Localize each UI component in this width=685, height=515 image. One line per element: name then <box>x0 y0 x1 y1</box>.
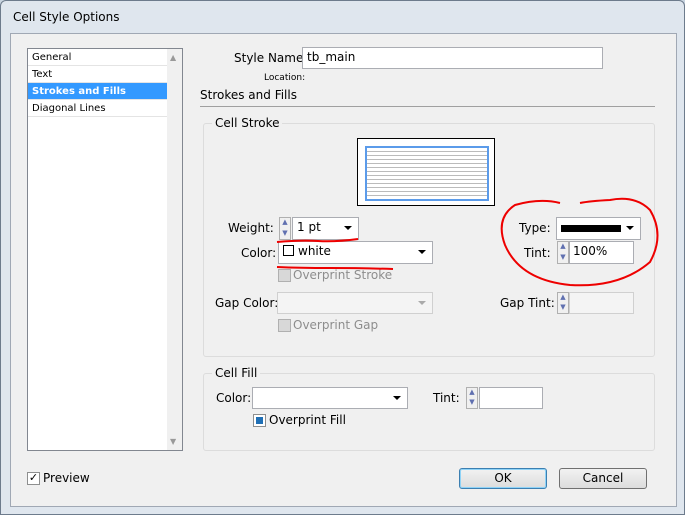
annotation-circle <box>500 197 659 287</box>
red-annotations <box>276 197 659 287</box>
annotation-underline-weight <box>276 238 359 243</box>
annotation-underline-color <box>276 266 394 270</box>
